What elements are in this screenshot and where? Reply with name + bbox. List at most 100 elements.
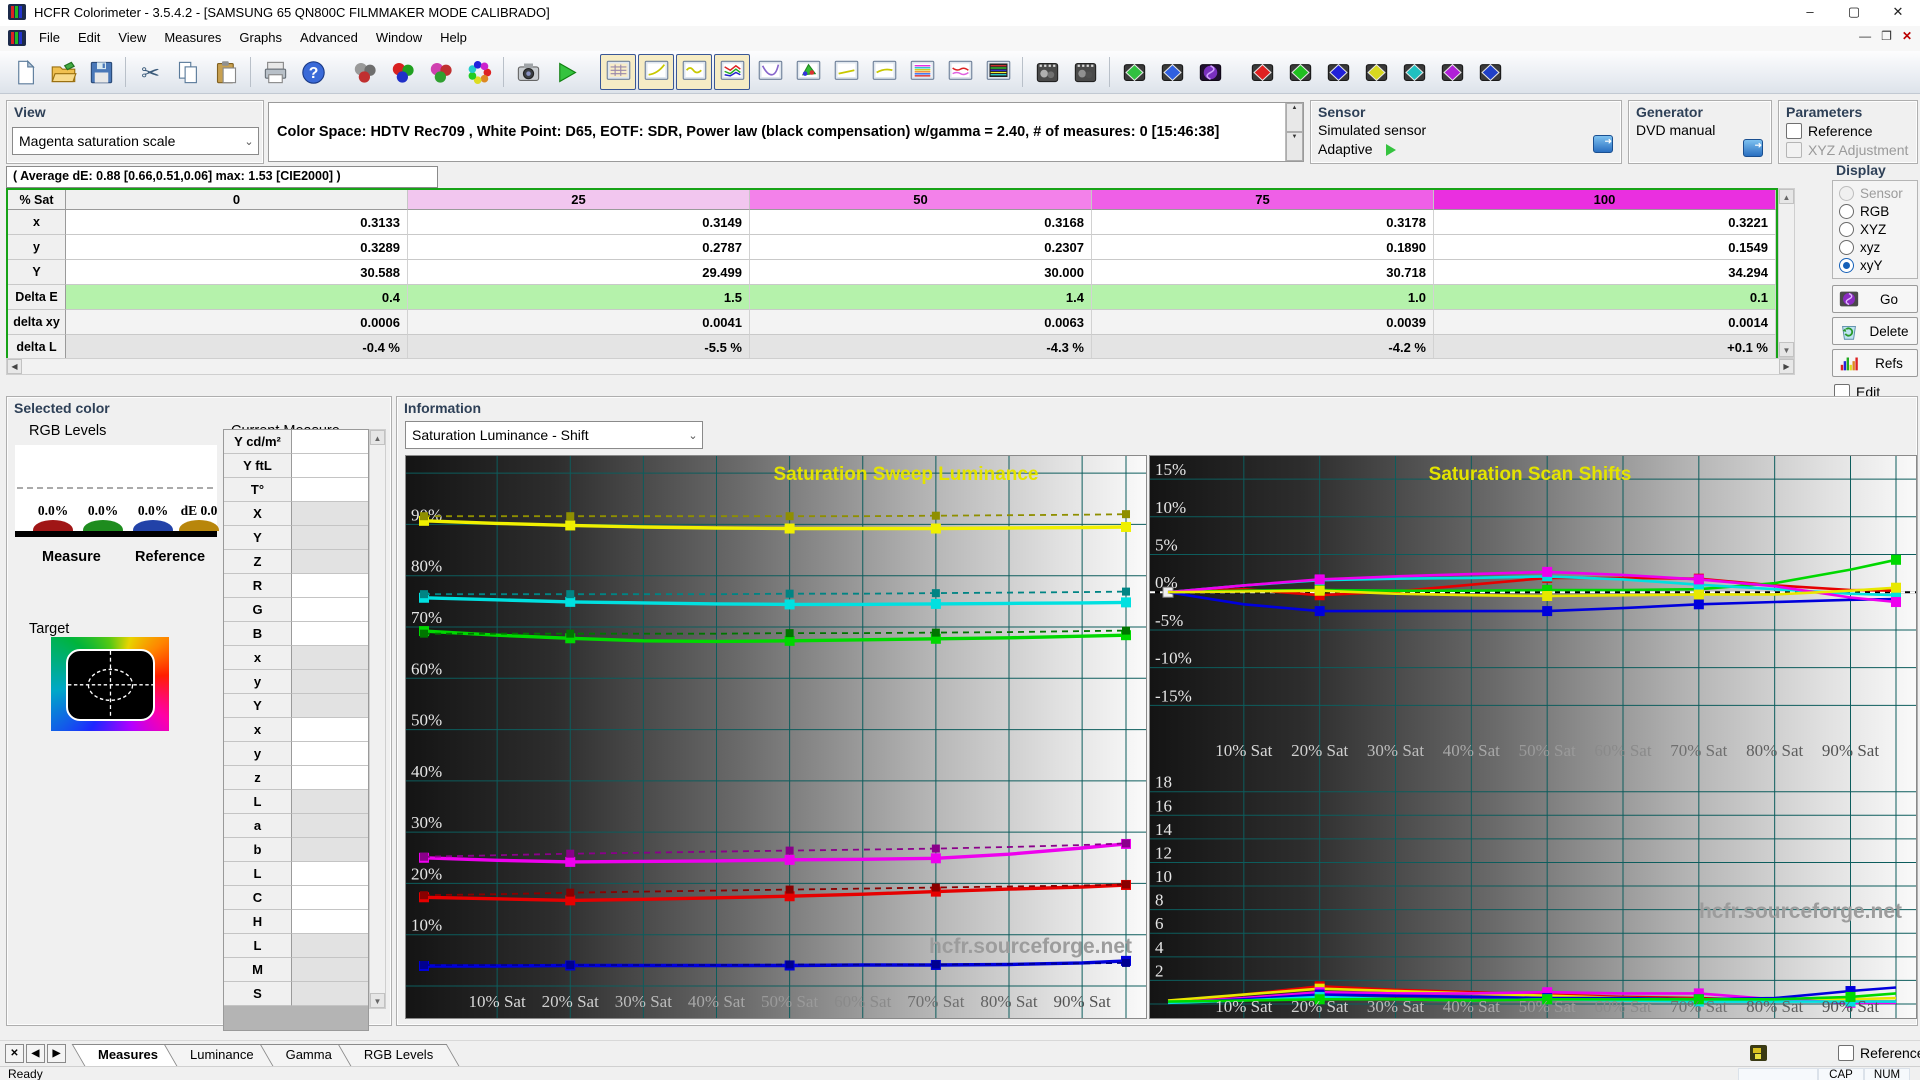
toolbar-button-color-cluster-icon[interactable] xyxy=(423,54,459,90)
cell-delta-l-50[interactable]: -4.3 % xyxy=(750,335,1092,360)
sensor-release-icon[interactable] xyxy=(1593,135,1613,153)
measure-row-value-14[interactable] xyxy=(292,766,368,790)
toolbar-button-meas-yellow-sat-icon[interactable] xyxy=(1358,54,1394,90)
menu-item-file[interactable]: File xyxy=(30,26,69,51)
tab-close-button[interactable]: ✕ xyxy=(5,1044,24,1063)
cell-delta-l-0[interactable]: -0.4 % xyxy=(66,335,408,360)
information-view-selector[interactable]: Saturation Luminance - Shift ⌄ xyxy=(405,421,703,449)
toolbar-button-meas-grayscale-ext-icon[interactable] xyxy=(1067,54,1103,90)
measure-row-value-23[interactable] xyxy=(292,982,368,1006)
row-header-delta-xy[interactable]: delta xy xyxy=(8,310,66,335)
toolbar-button-view-satshift-icon[interactable] xyxy=(942,54,978,90)
toolbar-button-rgb-measure-icon[interactable] xyxy=(385,54,421,90)
measure-row-value-0[interactable] xyxy=(292,430,368,454)
toolbar-button-meas-primaries-icon[interactable] xyxy=(1116,54,1152,90)
measure-row-value-5[interactable] xyxy=(292,550,368,574)
delete-button[interactable]: Delete xyxy=(1832,317,1918,345)
column-header-75[interactable]: 75 xyxy=(1092,190,1434,210)
mdi-close-icon[interactable]: ✕ xyxy=(1902,29,1912,43)
menu-item-graphs[interactable]: Graphs xyxy=(230,26,291,51)
column-header-50[interactable]: 50 xyxy=(750,190,1092,210)
measure-row-value-7[interactable] xyxy=(292,598,368,622)
row-header-delta-e[interactable]: Delta E xyxy=(8,285,66,310)
cell-delta-xy-25[interactable]: 0.0041 xyxy=(408,310,750,335)
cell-delta-e-25[interactable]: 1.5 xyxy=(408,285,750,310)
measure-row-value-13[interactable] xyxy=(292,742,368,766)
cell-delta-xy-100[interactable]: 0.0014 xyxy=(1434,310,1776,335)
menu-item-measures[interactable]: Measures xyxy=(155,26,230,51)
toolbar-button-paste-icon[interactable] xyxy=(208,54,244,90)
measure-row-value-8[interactable] xyxy=(292,622,368,646)
measure-row-value-3[interactable] xyxy=(292,502,368,526)
toolbar-button-view-free-meas-icon[interactable] xyxy=(980,54,1016,90)
toolbar-button-new-icon[interactable] xyxy=(7,54,43,90)
measure-row-value-15[interactable] xyxy=(292,790,368,814)
measure-row-value-12[interactable] xyxy=(292,718,368,742)
refs-button[interactable]: Refs xyxy=(1832,349,1918,377)
cell-x-0[interactable]: 0.3133 xyxy=(66,210,408,235)
tab-measures[interactable]: Measures xyxy=(78,1044,178,1066)
tab-prev-button[interactable]: ◀ xyxy=(26,1044,45,1063)
view-selector[interactable]: Magenta saturation scale ⌄ xyxy=(12,127,259,155)
measure-spinner[interactable]: ▲ ▼ xyxy=(1285,103,1303,161)
toolbar-button-meas-blue-sat-icon[interactable] xyxy=(1320,54,1356,90)
row-header-y[interactable]: y xyxy=(8,235,66,260)
toolbar-button-help-icon[interactable]: ? xyxy=(295,54,331,90)
column-header-100[interactable]: 100 xyxy=(1434,190,1776,210)
toolbar-button-view-rgb-levels-icon[interactable] xyxy=(714,54,750,90)
measure-row-value-9[interactable] xyxy=(292,646,368,670)
tab-luminance[interactable]: Luminance xyxy=(170,1044,274,1066)
menu-item-help[interactable]: Help xyxy=(431,26,476,51)
row-header-x[interactable]: x xyxy=(8,210,66,235)
cell-delta-l-25[interactable]: -5.5 % xyxy=(408,335,750,360)
cell-y-100[interactable]: 0.1549 xyxy=(1434,235,1776,260)
toolbar-button-open-icon[interactable] xyxy=(45,54,81,90)
reference-checkbox-box[interactable] xyxy=(1838,1045,1854,1061)
cell-delta-e-0[interactable]: 0.4 xyxy=(66,285,408,310)
tab-rgb-levels[interactable]: RGB Levels xyxy=(344,1044,453,1066)
measure-row-value-19[interactable] xyxy=(292,886,368,910)
cell-delta-l-75[interactable]: -4.2 % xyxy=(1092,335,1434,360)
sensor-run-icon[interactable] xyxy=(1386,144,1397,157)
toolbar-button-copy-icon[interactable] xyxy=(170,54,206,90)
toolbar-button-meas-magenta-sat-icon[interactable] xyxy=(1434,54,1470,90)
mdi-restore-icon[interactable]: ❐ xyxy=(1881,29,1892,43)
row-header-y[interactable]: Y xyxy=(8,260,66,285)
minimize-button[interactable]: – xyxy=(1788,0,1832,26)
menu-item-window[interactable]: Window xyxy=(367,26,431,51)
current-measure-scrollbar[interactable]: ▲ ▼ xyxy=(369,429,386,1009)
generator-config-icon[interactable] xyxy=(1743,139,1763,157)
cell-delta-xy-0[interactable]: 0.0006 xyxy=(66,310,408,335)
toolbar-button-snapshot-icon[interactable] xyxy=(510,54,546,90)
tab-next-button[interactable]: ▶ xyxy=(47,1044,66,1063)
toolbar-button-meas-red-sat-icon[interactable] xyxy=(1244,54,1280,90)
cell-x-50[interactable]: 0.3168 xyxy=(750,210,1092,235)
column-header-25[interactable]: 25 xyxy=(408,190,750,210)
measure-row-value-2[interactable] xyxy=(292,478,368,502)
toolbar-button-meas-cmy-sat-icon[interactable] xyxy=(1472,54,1508,90)
toolbar-button-sensor-config-icon[interactable] xyxy=(347,54,383,90)
measure-row-value-6[interactable] xyxy=(292,574,368,598)
cell-x-25[interactable]: 0.3149 xyxy=(408,210,750,235)
menu-item-advanced[interactable]: Advanced xyxy=(291,26,367,51)
go-button[interactable]: Go xyxy=(1832,285,1918,313)
toolbar-button-view-color-temp-icon[interactable] xyxy=(904,54,940,90)
cell-delta-e-50[interactable]: 1.4 xyxy=(750,285,1092,310)
measure-row-value-10[interactable] xyxy=(292,670,368,694)
toolbar-button-meas-full-icon[interactable] xyxy=(1192,54,1228,90)
cell-y-75[interactable]: 0.1890 xyxy=(1092,235,1434,260)
display-radio-xyz[interactable]: xyz xyxy=(1839,240,1911,255)
close-button[interactable]: ✕ xyxy=(1876,0,1920,26)
toolbar-button-run-measures-icon[interactable] xyxy=(548,54,584,90)
measure-row-value-16[interactable] xyxy=(292,814,368,838)
measure-row-value-11[interactable] xyxy=(292,694,368,718)
toolbar-button-meas-green-sat-icon[interactable] xyxy=(1282,54,1318,90)
toolbar-button-color-ring-icon[interactable] xyxy=(461,54,497,90)
cell-delta-e-100[interactable]: 0.1 xyxy=(1434,285,1776,310)
measure-row-value-21[interactable] xyxy=(292,934,368,958)
toolbar-button-save-icon[interactable] xyxy=(83,54,119,90)
menu-item-view[interactable]: View xyxy=(109,26,155,51)
cell-y-0[interactable]: 0.3289 xyxy=(66,235,408,260)
row-header-delta-l[interactable]: delta L xyxy=(8,335,66,360)
toolbar-button-view-nearblack-icon[interactable] xyxy=(752,54,788,90)
